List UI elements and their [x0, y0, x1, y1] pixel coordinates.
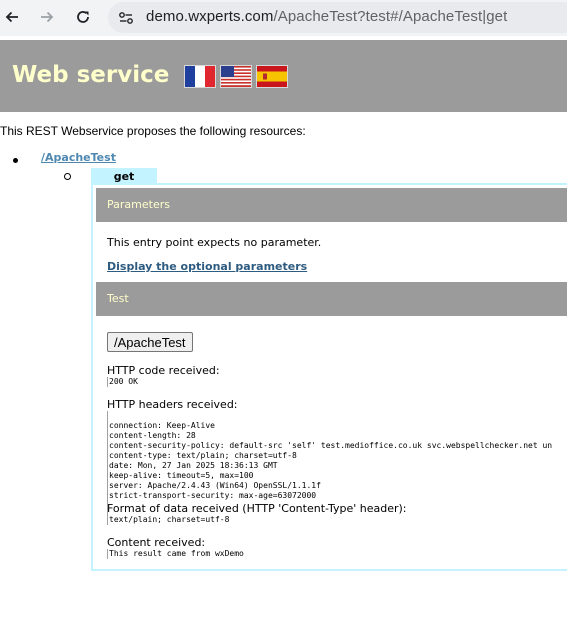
header-line: connection: Keep-Alive: [109, 421, 215, 430]
arrow-right-icon: [41, 11, 54, 23]
url-path: /ApacheTest?test#/ApacheTest|get: [273, 8, 508, 25]
parameters-section-header: Parameters: [96, 188, 567, 222]
run-test-button[interactable]: /ApacheTest: [107, 332, 193, 352]
header-line: date: Mon, 27 Jan 2025 18:36:13 GMT: [109, 461, 278, 470]
site-settings-icon[interactable]: [118, 10, 134, 26]
list-bullet: [13, 158, 18, 163]
header-line: content-type: text/plain; charset=utf-8: [109, 451, 297, 460]
us-flag-icon[interactable]: [220, 65, 252, 88]
page-title: Web service: [12, 62, 170, 88]
content-type-value: text/plain; charset=utf-8: [107, 515, 230, 525]
page-header: Web service: [0, 40, 567, 112]
arrow-left-icon: [5, 11, 18, 23]
reload-button[interactable]: [71, 6, 95, 28]
content-received-label: Content received:: [107, 536, 206, 549]
header-line: content-length: 28: [109, 431, 196, 440]
back-button[interactable]: [0, 6, 24, 28]
resource-link[interactable]: /ApacheTest: [41, 151, 116, 164]
forward-button[interactable]: [35, 6, 59, 28]
http-headers-label: HTTP headers received:: [107, 398, 238, 411]
content-type-label: Format of data received (HTTP 'Content-T…: [107, 502, 407, 515]
reload-icon: [77, 11, 89, 23]
french-flag-icon[interactable]: [184, 65, 216, 88]
url-text: demo.wxperts.com/ApacheTest?test#/Apache…: [146, 8, 507, 25]
display-optional-parameters-link[interactable]: Display the optional parameters: [107, 260, 307, 273]
test-section-header: Test: [96, 282, 567, 316]
browser-toolbar: demo.wxperts.com/ApacheTest?test#/Apache…: [0, 0, 567, 36]
sublist-bullet: [64, 173, 71, 180]
test-heading: Test: [107, 292, 129, 305]
header-line: keep-alive: timeout=5, max=100: [109, 471, 254, 480]
http-code-label: HTTP code received:: [107, 364, 220, 377]
method-panel: Parameters This entry point expects no p…: [91, 183, 567, 571]
parameters-heading: Parameters: [107, 198, 170, 211]
header-line: content-security-policy: default-src 'se…: [109, 441, 553, 450]
url-host: demo.wxperts.com: [146, 8, 274, 25]
intro-text: This REST Webservice proposes the follow…: [0, 124, 306, 138]
header-line: server: Apache/2.4.43 (Win64) OpenSSL/1.…: [109, 481, 321, 490]
address-bar[interactable]: demo.wxperts.com/ApacheTest?test#/Apache…: [108, 2, 567, 33]
no-parameter-text: This entry point expects no parameter.: [107, 236, 322, 249]
content-received-value: This result came from wxDemo: [107, 549, 244, 559]
http-code-value: 200 OK: [107, 377, 138, 387]
spanish-flag-icon[interactable]: [256, 65, 288, 88]
header-line: strict-transport-security: max-age=63072…: [109, 491, 317, 500]
